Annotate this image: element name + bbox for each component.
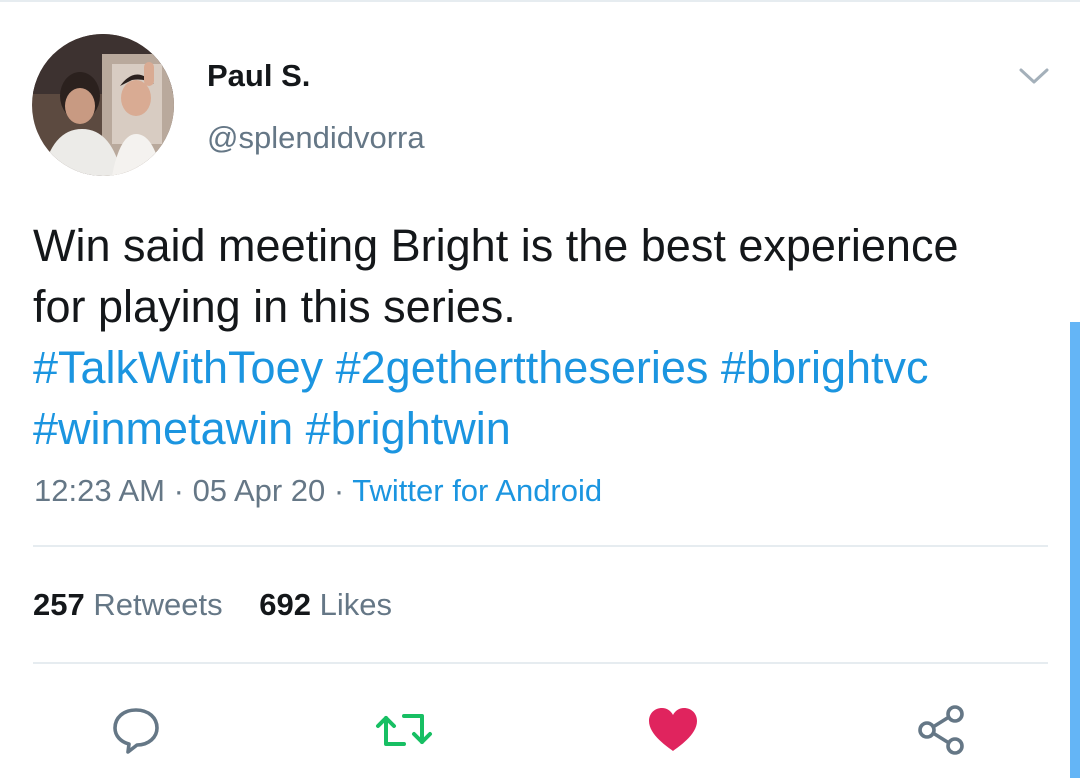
- likes-label: Likes: [319, 587, 392, 622]
- tweet-text: Win said meeting Bright is the best expe…: [33, 215, 1043, 459]
- share-icon: [918, 705, 964, 755]
- retweet-icon: [376, 714, 432, 746]
- divider: [33, 545, 1048, 547]
- scrollbar[interactable]: [1070, 322, 1080, 778]
- retweets-count: 257: [33, 587, 85, 622]
- share-button[interactable]: [912, 700, 972, 760]
- tweet-source-link[interactable]: Twitter for Android: [352, 473, 602, 508]
- likes-stat[interactable]: 692 Likes: [259, 587, 392, 623]
- tweet-meta: 12:23 AM · 05 Apr 20 · Twitter for Andro…: [34, 473, 602, 509]
- author-handle[interactable]: @splendidvorra: [207, 120, 425, 156]
- tweet-text-line: Win said meeting Bright is the best expe…: [33, 220, 959, 271]
- tweet-actions-bar: [0, 690, 1080, 770]
- chevron-down-icon: [1019, 68, 1049, 84]
- retweet-button[interactable]: [374, 700, 434, 760]
- retweets-stat[interactable]: 257 Retweets: [33, 587, 223, 623]
- hashtag-bbrightvc[interactable]: #bbrightvc: [721, 342, 929, 393]
- more-options-button[interactable]: [1014, 56, 1054, 96]
- comment-icon: [113, 708, 159, 754]
- hashtag-brightwin[interactable]: #brightwin: [306, 403, 511, 454]
- reply-button[interactable]: [106, 700, 166, 760]
- hashtag-line: #TalkWithToey #2getherttheseries #bbrigh…: [33, 337, 1043, 398]
- avatar[interactable]: [32, 34, 174, 176]
- tweet-date: 05 Apr 20: [192, 473, 326, 508]
- meta-separator: ·: [333, 473, 345, 508]
- divider: [33, 662, 1048, 664]
- hashtag-2gethertheseries[interactable]: #2getherttheseries: [336, 342, 709, 393]
- tweet-time: 12:23 AM: [34, 473, 165, 508]
- avatar-photo: [32, 34, 174, 176]
- retweets-label: Retweets: [93, 587, 223, 622]
- like-button[interactable]: [643, 700, 703, 760]
- meta-separator: ·: [173, 473, 184, 508]
- hashtag-line: #winmetawin #brightwin: [33, 398, 1043, 459]
- tweet-stats: 257 Retweets 692 Likes: [33, 587, 420, 623]
- top-divider: [0, 0, 1080, 2]
- heart-icon: [649, 708, 697, 751]
- likes-count: 692: [259, 587, 311, 622]
- hashtag-winmetawin[interactable]: #winmetawin: [33, 403, 293, 454]
- author-display-name[interactable]: Paul S.: [207, 58, 310, 94]
- hashtag-talkwithtoey[interactable]: #TalkWithToey: [33, 342, 323, 393]
- tweet-text-line: for playing in this series.: [33, 281, 516, 332]
